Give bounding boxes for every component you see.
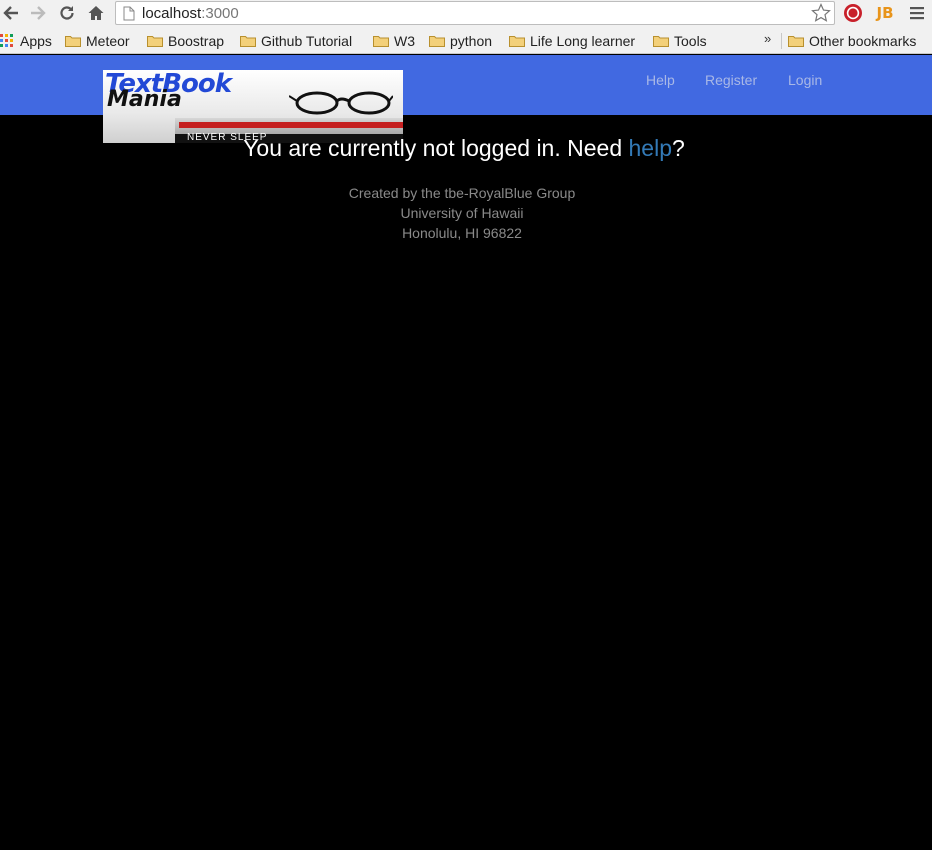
bookmark-apps[interactable]: Apps bbox=[0, 31, 52, 51]
bookmark-label: Tools bbox=[674, 33, 707, 49]
reload-icon bbox=[60, 6, 74, 20]
folder-icon bbox=[240, 36, 256, 47]
help-link[interactable]: help bbox=[629, 135, 672, 161]
bookmark-label: python bbox=[450, 33, 493, 49]
url-host: localhost bbox=[142, 5, 202, 22]
jetbrains-extension-button[interactable]: JB bbox=[874, 2, 896, 24]
stop-sign-icon bbox=[844, 4, 862, 22]
folder-icon bbox=[429, 36, 445, 47]
bookmarks-overflow-button[interactable]: » bbox=[764, 31, 771, 46]
bookmark-label: Apps bbox=[20, 33, 52, 49]
home-icon bbox=[88, 6, 104, 20]
bookmark-meteor[interactable]: Meteor bbox=[65, 31, 130, 51]
message-suffix: ? bbox=[671, 135, 685, 161]
nav-register-link[interactable]: Register bbox=[705, 72, 757, 88]
bookmark-label: Boostrap bbox=[168, 33, 225, 49]
bookmark-w3[interactable]: W3 bbox=[373, 31, 415, 51]
back-arrow-icon bbox=[3, 6, 18, 20]
folder-icon bbox=[509, 36, 525, 47]
message-text: You are currently not logged in. Need bbox=[243, 135, 629, 161]
menu-button[interactable] bbox=[906, 2, 928, 24]
login-status-message: You are currently not logged in. Need he… bbox=[0, 135, 928, 162]
browser-toolbar: localhost:3000 JB bbox=[0, 0, 932, 27]
bookmark-other-bookmarks[interactable]: Other bookmarks bbox=[788, 31, 916, 51]
bookmark-boostrap[interactable]: Boostrap bbox=[147, 31, 224, 51]
page-icon bbox=[123, 6, 135, 21]
bookmark-label: Github Tutorial bbox=[261, 33, 353, 49]
reload-button[interactable] bbox=[56, 2, 78, 24]
footer-credits: Created by the tbe-RoyalBlue Group bbox=[348, 185, 576, 201]
url-port: :3000 bbox=[201, 5, 239, 22]
bookmarks-bar: Apps Meteor Boostrap Github Tutorial W3 … bbox=[0, 27, 932, 54]
bookmark-python[interactable]: python bbox=[429, 31, 492, 51]
bookmark-tools[interactable]: Tools bbox=[653, 31, 707, 51]
bookmark-star-icon[interactable] bbox=[811, 3, 831, 23]
jb-icon: JB bbox=[876, 4, 894, 22]
bookmark-label: Meteor bbox=[86, 33, 130, 49]
back-button[interactable] bbox=[0, 2, 22, 24]
folder-icon bbox=[65, 36, 81, 47]
folder-icon bbox=[373, 36, 389, 47]
bookmark-label: Life Long learner bbox=[530, 33, 636, 49]
logo-book-spine bbox=[179, 122, 403, 128]
glasses-icon bbox=[289, 91, 393, 115]
url-text: localhost:3000 bbox=[142, 5, 239, 22]
footer-address: Honolulu, HI 96822 bbox=[402, 225, 522, 241]
bookmarks-separator bbox=[781, 33, 782, 49]
apps-grid-icon bbox=[0, 34, 13, 47]
adblock-extension-button[interactable] bbox=[842, 2, 864, 24]
forward-button[interactable] bbox=[27, 2, 49, 24]
forward-arrow-icon bbox=[31, 6, 46, 20]
bookmark-label: Other bookmarks bbox=[809, 33, 917, 49]
folder-icon bbox=[653, 36, 669, 47]
bookmark-github-tutorial[interactable]: Github Tutorial bbox=[240, 31, 352, 51]
nav-login-link[interactable]: Login bbox=[788, 72, 822, 88]
address-bar[interactable]: localhost:3000 bbox=[115, 1, 835, 25]
nav-help-link[interactable]: Help bbox=[646, 72, 675, 88]
bookmark-label: W3 bbox=[394, 33, 415, 49]
hamburger-menu-icon bbox=[910, 7, 924, 20]
home-button[interactable] bbox=[85, 2, 107, 24]
bookmark-life-long-learner[interactable]: Life Long learner bbox=[509, 31, 635, 51]
footer-university: University of Hawaii bbox=[400, 205, 524, 221]
folder-icon bbox=[788, 36, 804, 47]
page-footer: Created by the tbe-RoyalBlue Group Unive… bbox=[0, 183, 924, 243]
logo-title-line2: Mania bbox=[107, 87, 182, 112]
site-logo[interactable]: TextBook Mania NEVER SLEEP bbox=[103, 70, 403, 143]
folder-icon bbox=[147, 36, 163, 47]
